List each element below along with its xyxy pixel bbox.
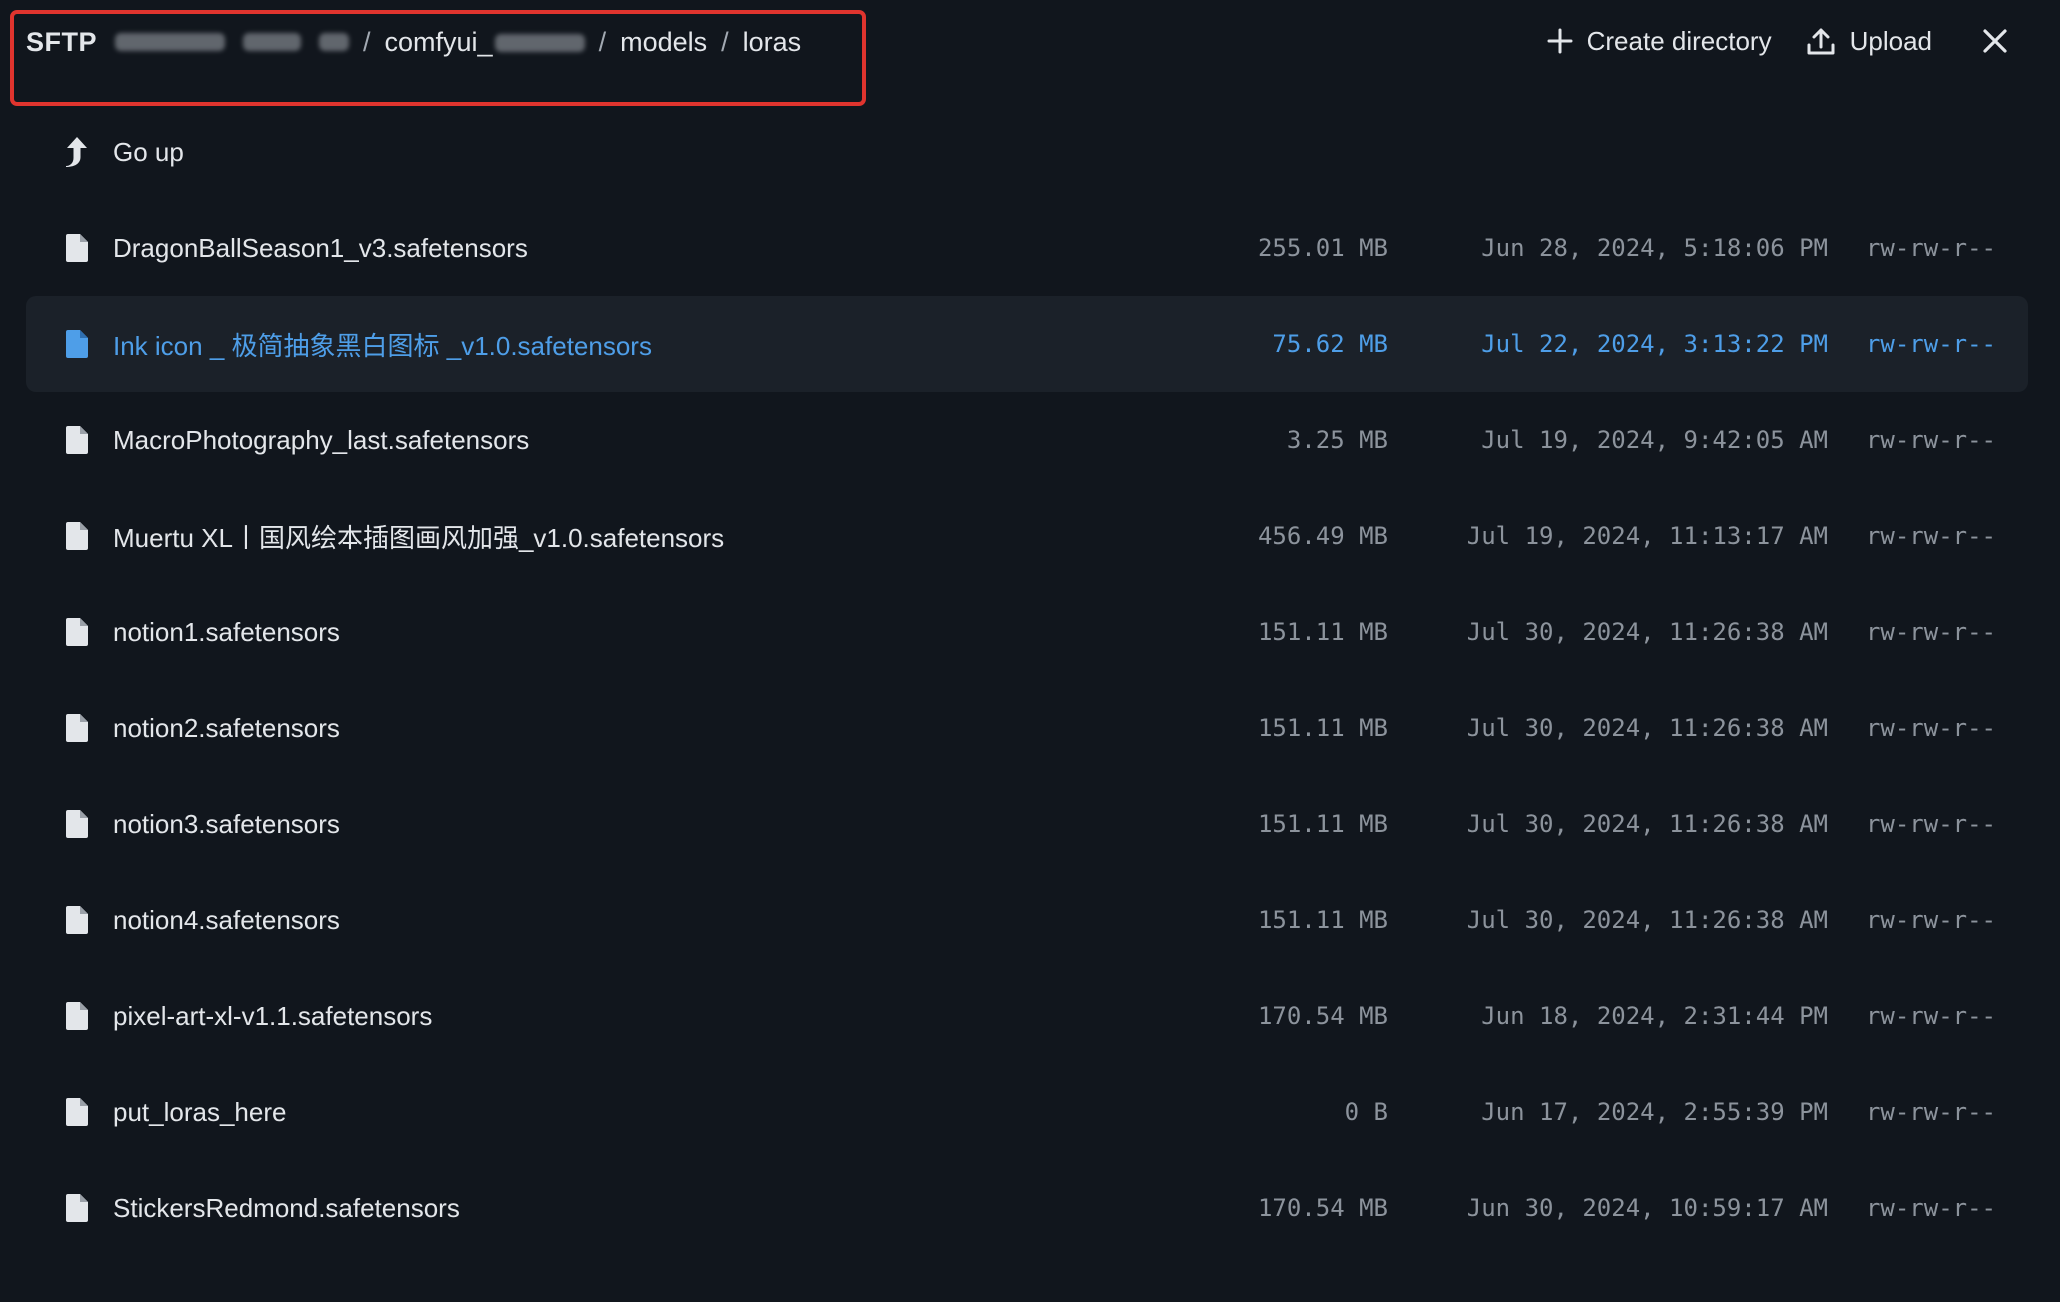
file-modified-date: Jun 30, 2024, 10:59:17 AM xyxy=(1466,1194,1828,1222)
file-size: 75.62 MB xyxy=(1272,330,1388,358)
redacted-segment xyxy=(494,34,585,53)
file-modified-date: Jul 30, 2024, 11:26:38 AM xyxy=(1466,906,1828,934)
file-list: Go up DragonBallSeason1_v3.safetensors 2… xyxy=(26,104,2028,1256)
file-size: 255.01 MB xyxy=(1257,234,1388,262)
redacted-segment xyxy=(243,33,302,51)
file-name: Ink icon _ 极简抽象黑白图标 _v1.0.safetensors xyxy=(113,330,652,361)
sftp-file-browser: SFTP / comfyui_ / models / loras Create … xyxy=(0,0,2060,1302)
file-modified-date: Jun 28, 2024, 5:18:06 PM xyxy=(1481,234,1828,262)
file-permissions: rw-rw-r-- xyxy=(1865,1002,1996,1030)
file-size: 151.11 MB xyxy=(1257,906,1388,934)
file-icon xyxy=(62,807,92,841)
breadcrumb-dir-label: comfyui_ xyxy=(384,26,493,57)
file-row[interactable]: Muertu XL丨国风绘本插图画风加强_v1.0.safetensors 45… xyxy=(26,488,2028,584)
go-up-label: Go up xyxy=(113,136,184,167)
file-size: 3.25 MB xyxy=(1286,426,1388,454)
file-size: 151.11 MB xyxy=(1257,618,1388,646)
file-permissions: rw-rw-r-- xyxy=(1865,330,1996,358)
file-modified-date: Jul 19, 2024, 9:42:05 AM xyxy=(1481,426,1828,454)
go-up-row[interactable]: Go up xyxy=(26,104,2028,200)
breadcrumb-dir-loras[interactable]: loras xyxy=(743,27,802,58)
create-directory-button[interactable]: Create directory xyxy=(1547,26,1772,57)
file-permissions: rw-rw-r-- xyxy=(1865,522,1996,550)
file-permissions: rw-rw-r-- xyxy=(1865,1194,1996,1222)
breadcrumb-redacted-host[interactable] xyxy=(115,33,350,51)
file-row-selected[interactable]: Ink icon _ 极简抽象黑白图标 _v1.0.safetensors 75… xyxy=(26,296,2028,392)
file-permissions: rw-rw-r-- xyxy=(1865,906,1996,934)
file-permissions: rw-rw-r-- xyxy=(1865,618,1996,646)
file-size: 151.11 MB xyxy=(1257,714,1388,742)
file-icon xyxy=(62,903,92,937)
file-icon xyxy=(62,231,92,265)
file-permissions: rw-rw-r-- xyxy=(1865,1098,1996,1126)
go-up-icon xyxy=(62,135,92,169)
file-row[interactable]: pixel-art-xl-v1.1.safetensors 170.54 MB … xyxy=(26,968,2028,1064)
breadcrumb-separator: / xyxy=(598,26,607,57)
file-size: 456.49 MB xyxy=(1257,522,1388,550)
file-icon xyxy=(62,327,92,361)
breadcrumb-separator: / xyxy=(363,26,371,57)
breadcrumb-dir-comfyui[interactable]: comfyui_ xyxy=(385,27,585,58)
file-name: StickersRedmond.safetensors xyxy=(113,1192,460,1223)
file-name: pixel-art-xl-v1.1.safetensors xyxy=(113,1000,433,1031)
file-row[interactable]: notion2.safetensors 151.11 MB Jul 30, 20… xyxy=(26,680,2028,776)
breadcrumb: SFTP / comfyui_ / models / loras xyxy=(26,22,801,62)
header-actions: Create directory Upload xyxy=(1547,18,2008,64)
breadcrumb-separator: / xyxy=(721,26,729,57)
file-size: 151.11 MB xyxy=(1257,810,1388,838)
file-permissions: rw-rw-r-- xyxy=(1865,234,1996,262)
header-bar: SFTP / comfyui_ / models / loras Create … xyxy=(0,0,2060,110)
file-icon xyxy=(62,999,92,1033)
file-modified-date: Jun 18, 2024, 2:31:44 PM xyxy=(1481,1002,1828,1030)
file-name: put_loras_here xyxy=(113,1096,287,1127)
file-row[interactable]: put_loras_here 0 B Jun 17, 2024, 2:55:39… xyxy=(26,1064,2028,1160)
file-size: 170.54 MB xyxy=(1257,1002,1388,1030)
file-permissions: rw-rw-r-- xyxy=(1865,810,1996,838)
file-name: notion2.safetensors xyxy=(113,712,340,743)
file-name: notion3.safetensors xyxy=(113,808,340,839)
file-name: MacroPhotography_last.safetensors xyxy=(113,424,530,455)
file-icon xyxy=(62,1191,92,1225)
file-name: DragonBallSeason1_v3.safetensors xyxy=(113,232,528,263)
upload-button[interactable]: Upload xyxy=(1806,26,1932,57)
upload-label: Upload xyxy=(1849,25,1932,56)
file-icon xyxy=(62,615,92,649)
plus-icon xyxy=(1547,28,1573,54)
file-icon xyxy=(62,1095,92,1129)
file-modified-date: Jul 19, 2024, 11:13:17 AM xyxy=(1466,522,1828,550)
file-name: notion4.safetensors xyxy=(113,904,340,935)
file-row[interactable]: notion3.safetensors 151.11 MB Jul 30, 20… xyxy=(26,776,2028,872)
file-modified-date: Jul 22, 2024, 3:13:22 PM xyxy=(1481,330,1828,358)
file-row[interactable]: notion1.safetensors 151.11 MB Jul 30, 20… xyxy=(26,584,2028,680)
file-modified-date: Jun 17, 2024, 2:55:39 PM xyxy=(1481,1098,1828,1126)
close-icon xyxy=(1982,28,2008,54)
file-row[interactable]: StickersRedmond.safetensors 170.54 MB Ju… xyxy=(26,1160,2028,1256)
file-modified-date: Jul 30, 2024, 11:26:38 AM xyxy=(1466,618,1828,646)
create-directory-label: Create directory xyxy=(1586,25,1772,56)
upload-icon xyxy=(1806,26,1836,56)
file-row[interactable]: MacroPhotography_last.safetensors 3.25 M… xyxy=(26,392,2028,488)
file-name: Muertu XL丨国风绘本插图画风加强_v1.0.safetensors xyxy=(113,522,725,553)
file-permissions: rw-rw-r-- xyxy=(1865,426,1996,454)
close-button[interactable] xyxy=(1982,28,2008,54)
file-row[interactable]: DragonBallSeason1_v3.safetensors 255.01 … xyxy=(26,200,2028,296)
file-size: 0 B xyxy=(1344,1098,1388,1126)
breadcrumb-root[interactable]: SFTP xyxy=(26,27,97,58)
file-modified-date: Jul 30, 2024, 11:26:38 AM xyxy=(1466,810,1828,838)
file-icon xyxy=(62,519,92,553)
file-icon xyxy=(62,711,92,745)
file-row[interactable]: notion4.safetensors 151.11 MB Jul 30, 20… xyxy=(26,872,2028,968)
file-modified-date: Jul 30, 2024, 11:26:38 AM xyxy=(1466,714,1828,742)
file-icon xyxy=(62,423,92,457)
file-name: notion1.safetensors xyxy=(113,616,340,647)
file-size: 170.54 MB xyxy=(1257,1194,1388,1222)
file-permissions: rw-rw-r-- xyxy=(1865,714,1996,742)
breadcrumb-dir-models[interactable]: models xyxy=(620,27,707,58)
redacted-segment xyxy=(115,33,226,51)
redacted-segment xyxy=(319,33,350,51)
